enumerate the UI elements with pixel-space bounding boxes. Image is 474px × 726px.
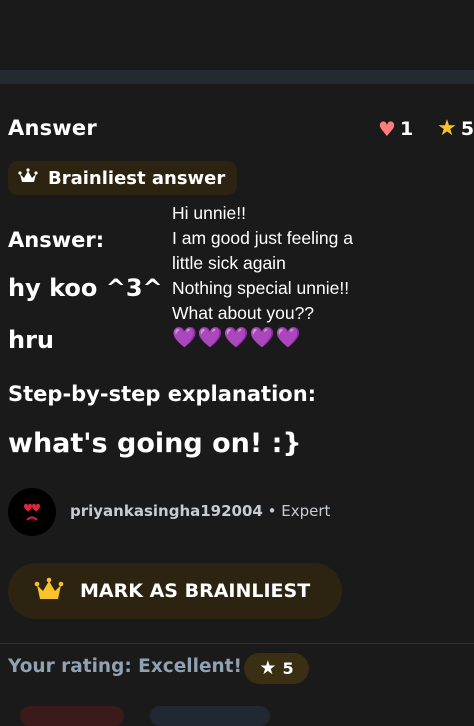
author-separator: • (262, 502, 282, 520)
badge-label: Brainliest answer (48, 167, 226, 189)
crown-icon (18, 168, 38, 188)
overlay-line-4: Nothing special unnie!! (172, 278, 350, 298)
heart-icon[interactable]: ♥ (378, 119, 396, 139)
bottom-action-pill[interactable] (150, 706, 270, 726)
header-divider (0, 70, 474, 84)
star-icon[interactable]: ★ (437, 118, 457, 140)
rating-pill[interactable]: ★ 5 (244, 653, 309, 684)
crown-icon (34, 576, 64, 606)
top-header-area (0, 0, 474, 70)
star-icon: ★ (259, 657, 277, 679)
overlay-reply-text: Hi unnie!! I am good just feeling a litt… (172, 201, 353, 350)
answer-line-1: hy koo ^3^ (8, 274, 163, 302)
step-by-step-label: Step-by-step explanation: (8, 382, 317, 406)
author-line: priyankasingha192004 • Expert (70, 502, 330, 520)
section-divider (0, 643, 474, 644)
purple-hearts: 💜💜💜💜💜 (172, 327, 302, 349)
answer-label: Answer: (8, 228, 105, 252)
brainliest-badge: Brainliest answer (8, 161, 238, 195)
bottom-action-pill[interactable] (20, 706, 124, 726)
overlay-line-3: little sick again (172, 253, 286, 273)
author-rank: Expert (281, 502, 331, 520)
step-by-step-text: what's going on! :} (8, 428, 302, 459)
rating-value: 5 (282, 659, 294, 678)
mark-as-brainliest-button[interactable]: MARK AS BRAINLIEST (8, 563, 342, 619)
answer-line-2: hru (8, 326, 55, 354)
crying-heart-eyes-avatar[interactable] (8, 488, 56, 536)
stars-count: 5 (460, 118, 474, 140)
your-rating: Your rating: Excellent! (8, 656, 242, 677)
overlay-line-2: I am good just feeling a (172, 228, 353, 248)
overlay-line-1: Hi unnie!! (172, 203, 246, 223)
likes-count: 1 (399, 118, 414, 140)
author-username[interactable]: priyankasingha192004 (70, 502, 263, 520)
overlay-line-5: What about you?? (172, 303, 315, 323)
answer-stats: ♥ 1 ★ 5 (378, 118, 474, 141)
answer-heading: Answer (8, 116, 97, 140)
mark-button-label: MARK AS BRAINLIEST (80, 580, 311, 602)
